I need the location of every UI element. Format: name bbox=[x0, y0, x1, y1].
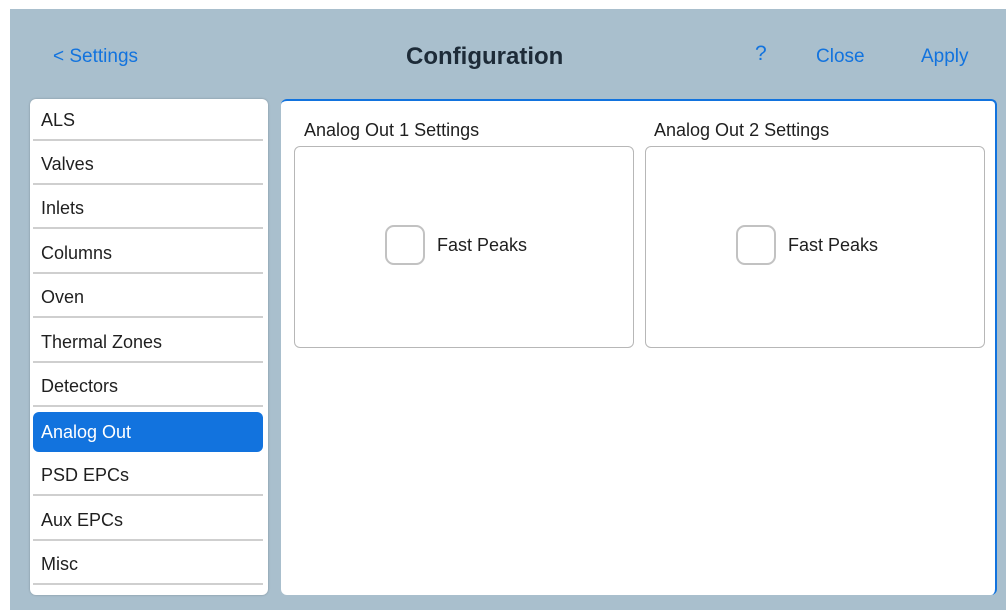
sidebar-item-columns[interactable]: Columns bbox=[33, 234, 263, 274]
analog-out-2-settings-box: Fast Peaks bbox=[645, 146, 985, 348]
analog-out-1-title: Analog Out 1 Settings bbox=[304, 120, 480, 140]
configuration-window: < Settings Configuration ? Close Apply A… bbox=[10, 9, 1006, 610]
header-bar: < Settings Configuration ? Close Apply bbox=[10, 9, 1006, 99]
sidebar-item-analog-out[interactable]: Analog Out bbox=[33, 412, 263, 452]
help-button[interactable]: ? bbox=[755, 42, 767, 66]
sidebar-item-oven[interactable]: Oven bbox=[33, 278, 263, 318]
sidebar-item-inlets[interactable]: Inlets bbox=[33, 189, 263, 229]
sidebar-item-psd-epcs[interactable]: PSD EPCs bbox=[33, 456, 263, 496]
fast-peaks-label: Fast Peaks bbox=[788, 235, 879, 255]
analog-out-2-title: Analog Out 2 Settings bbox=[654, 120, 830, 140]
analog-out-1-settings-box: Fast Peaks bbox=[294, 146, 634, 348]
sidebar-item-misc[interactable]: Misc bbox=[33, 545, 263, 585]
sidebar-item-detectors[interactable]: Detectors bbox=[33, 367, 263, 407]
sidebar-nav: ALS Valves Inlets Columns Oven Thermal Z… bbox=[30, 99, 268, 595]
sidebar-item-valves[interactable]: Valves bbox=[33, 145, 263, 185]
sidebar-item-thermal-zones[interactable]: Thermal Zones bbox=[33, 323, 263, 363]
back-to-settings-link[interactable]: < Settings bbox=[53, 46, 138, 68]
page-title: Configuration bbox=[406, 43, 564, 70]
sidebar-item-aux-epcs[interactable]: Aux EPCs bbox=[33, 501, 263, 541]
apply-button[interactable]: Apply bbox=[921, 46, 969, 68]
analog-out-panel: Analog Out 1 Settings Fast Peaks Analog … bbox=[281, 99, 997, 595]
fast-peaks-label: Fast Peaks bbox=[437, 235, 528, 255]
close-button[interactable]: Close bbox=[816, 46, 865, 68]
analog-out-2-fast-peaks-checkbox[interactable] bbox=[736, 225, 776, 265]
sidebar-item-als[interactable]: ALS bbox=[33, 101, 263, 141]
analog-out-1-fast-peaks-checkbox[interactable] bbox=[385, 225, 425, 265]
